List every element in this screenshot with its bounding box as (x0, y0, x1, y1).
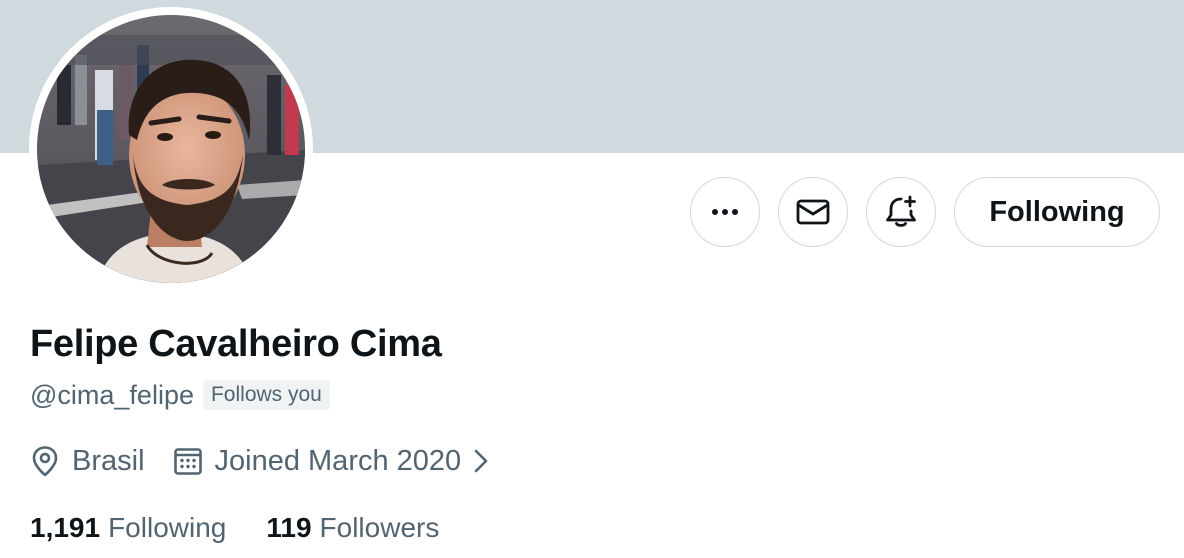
profile-page: Following Felipe Cavalheiro Cima @cima_f… (0, 0, 1184, 558)
location-text: Brasil (72, 444, 145, 477)
following-count: 1,191 (30, 512, 101, 543)
user-handle: @cima_felipe (30, 379, 194, 410)
more-icon (712, 209, 738, 215)
chevron-right-icon (474, 449, 488, 473)
envelope-icon (796, 199, 830, 225)
joined-item[interactable]: Joined March 2020 (173, 445, 490, 478)
following-stat[interactable]: 1,191 Following (30, 512, 226, 544)
profile-meta: Brasil Joined March 2020 (30, 441, 489, 481)
more-button[interactable] (690, 177, 760, 247)
handle-row: @cima_felipe Follows you (30, 378, 330, 412)
message-button[interactable] (778, 177, 848, 247)
followers-stat[interactable]: 119 Followers (266, 512, 439, 544)
following-button[interactable]: Following (954, 177, 1160, 247)
following-label: Following (108, 512, 227, 543)
follow-stats: 1,191 Following 119 Followers (30, 510, 439, 546)
follows-you-badge: Follows you (202, 380, 330, 410)
followers-count: 119 (266, 512, 312, 543)
profile-actions: Following (0, 177, 1184, 249)
joined-text: Joined March 2020 (214, 444, 462, 477)
followers-label: Followers (319, 512, 440, 543)
notifications-button[interactable] (866, 177, 936, 247)
bell-plus-icon (886, 195, 916, 227)
location-pin-icon (32, 446, 58, 477)
calendar-icon (173, 448, 202, 475)
display-name: Felipe Cavalheiro Cima (30, 323, 442, 365)
location-item: Brasil (30, 445, 145, 478)
